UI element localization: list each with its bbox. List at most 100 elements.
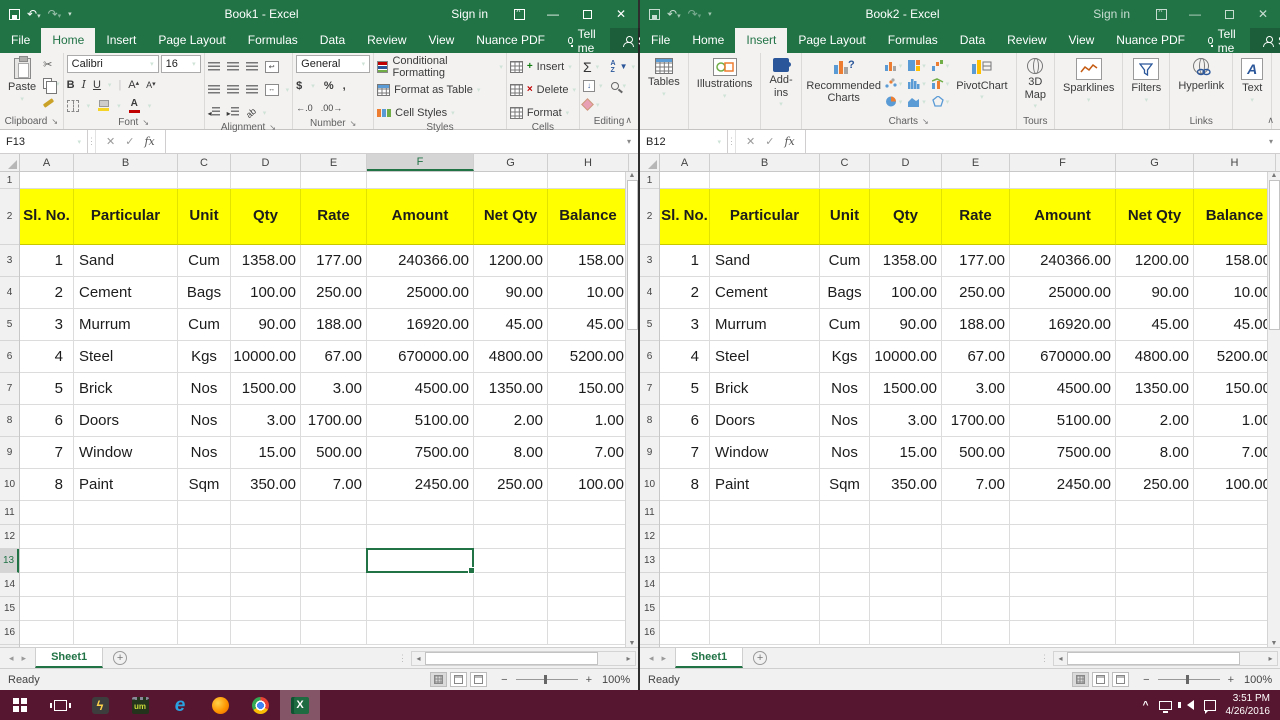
excel-taskbar-button[interactable]: X xyxy=(280,690,320,720)
cell-a8[interactable]: 6 xyxy=(20,405,74,437)
cell-g4[interactable]: 90.00 xyxy=(1116,277,1194,309)
cell-b9[interactable]: Window xyxy=(710,437,820,469)
cell-c12[interactable] xyxy=(178,525,231,549)
row-header-6[interactable]: 6 xyxy=(640,341,659,373)
column-header-c[interactable]: C xyxy=(178,154,231,171)
hyperlink-button[interactable]: Hyperlink xyxy=(1173,55,1229,92)
cell-d6[interactable]: 10000.00 xyxy=(870,341,942,373)
pie-chart-icon[interactable]: ▾ xyxy=(885,93,903,110)
cell-e11[interactable] xyxy=(301,501,367,525)
start-button[interactable] xyxy=(0,690,40,720)
formula-input[interactable] xyxy=(166,130,620,153)
cell-d5[interactable]: 90.00 xyxy=(870,309,942,341)
cell-f4[interactable]: 25000.00 xyxy=(367,277,474,309)
scroll-down-icon[interactable]: ▼ xyxy=(1271,640,1278,647)
cell-e6[interactable]: 67.00 xyxy=(942,341,1010,373)
cell-h13[interactable] xyxy=(548,549,629,573)
close-button[interactable]: ✕ xyxy=(604,0,638,28)
cell-a15[interactable] xyxy=(20,597,74,621)
column-header-a[interactable]: A xyxy=(20,154,74,171)
row-header-12[interactable]: 12 xyxy=(0,525,19,549)
cell-f6[interactable]: 670000.00 xyxy=(1010,341,1116,373)
cell-f2[interactable]: Amount xyxy=(1010,189,1116,245)
cell-c8[interactable]: Nos xyxy=(820,405,870,437)
cell-e13[interactable] xyxy=(301,549,367,573)
cell-b3[interactable]: Sand xyxy=(710,245,820,277)
format-as-table-button[interactable]: Format as Table xyxy=(394,84,473,96)
cell-c2[interactable]: Unit xyxy=(820,189,870,245)
cell-g5[interactable]: 45.00 xyxy=(1116,309,1194,341)
cell-d12[interactable] xyxy=(870,525,942,549)
number-format-combo[interactable]: General▾ xyxy=(296,55,370,73)
sheet-tab[interactable]: Sheet1 xyxy=(35,648,103,668)
sort-filter-icon[interactable]: AZ xyxy=(611,60,616,74)
cell-b5[interactable]: Murrum xyxy=(74,309,178,341)
cell-h9[interactable]: 7.00 xyxy=(1194,437,1276,469)
cell-b15[interactable] xyxy=(74,597,178,621)
cell-d5[interactable]: 90.00 xyxy=(231,309,301,341)
cell-f10[interactable]: 2450.00 xyxy=(367,469,474,501)
cell-b7[interactable]: Brick xyxy=(710,373,820,405)
volume-icon[interactable] xyxy=(1182,700,1194,710)
cell-c4[interactable]: Bags xyxy=(178,277,231,309)
cell-b14[interactable] xyxy=(74,573,178,597)
row-header-5[interactable]: 5 xyxy=(0,309,19,341)
cell-b4[interactable]: Cement xyxy=(710,277,820,309)
cell-b4[interactable]: Cement xyxy=(74,277,178,309)
shrink-font-icon[interactable]: A▾ xyxy=(146,80,156,90)
cell-h12[interactable] xyxy=(1194,525,1276,549)
cell-d13[interactable] xyxy=(870,549,942,573)
tab-insert[interactable]: Insert xyxy=(95,28,147,53)
cell-g13[interactable] xyxy=(1116,549,1194,573)
cell-e4[interactable]: 250.00 xyxy=(942,277,1010,309)
row-header-15[interactable]: 15 xyxy=(0,597,19,621)
cell-f15[interactable] xyxy=(367,597,474,621)
cell-e2[interactable]: Rate xyxy=(942,189,1010,245)
column-chart-icon[interactable]: ▾ xyxy=(885,57,903,74)
cell-a14[interactable] xyxy=(20,573,74,597)
cell-styles-button[interactable]: Cell Styles xyxy=(395,107,447,119)
cell-a5[interactable]: 3 xyxy=(660,309,710,341)
cell-c13[interactable] xyxy=(820,549,870,573)
zoom-in-icon[interactable]: + xyxy=(1228,674,1234,686)
cell-d12[interactable] xyxy=(231,525,301,549)
network-icon[interactable] xyxy=(1159,701,1172,710)
horizontal-scrollbar[interactable]: ◂ ▸ xyxy=(1053,651,1278,666)
enter-icon[interactable]: ✓ xyxy=(125,135,134,148)
cell-g7[interactable]: 1350.00 xyxy=(474,373,548,405)
cell-c2[interactable]: Unit xyxy=(178,189,231,245)
zoom-level[interactable]: 100% xyxy=(1244,674,1280,686)
row-header-12[interactable]: 12 xyxy=(640,525,659,549)
wrap-text-icon[interactable]: ↩ xyxy=(265,61,279,73)
fill-icon[interactable]: ↓ xyxy=(583,80,595,92)
cell-f7[interactable]: 4500.00 xyxy=(367,373,474,405)
accounting-format-icon[interactable]: $ xyxy=(296,80,302,92)
cell-b6[interactable]: Steel xyxy=(710,341,820,373)
dialog-launcher-icon[interactable]: ↘ xyxy=(269,123,276,132)
cell-h14[interactable] xyxy=(548,573,629,597)
redo-icon[interactable]: ↷▾ xyxy=(688,7,702,21)
middle-align-icon[interactable] xyxy=(227,62,239,71)
cell-e8[interactable]: 1700.00 xyxy=(942,405,1010,437)
column-header-b[interactable]: B xyxy=(74,154,178,171)
row-header-14[interactable]: 14 xyxy=(640,573,659,597)
insert-cells-button[interactable]: Insert xyxy=(537,61,565,73)
area-chart-icon[interactable]: ▾ xyxy=(908,93,926,110)
comma-style-icon[interactable]: , xyxy=(343,80,346,92)
cell-h7[interactable]: 150.00 xyxy=(1194,373,1276,405)
cell-d11[interactable] xyxy=(870,501,942,525)
cell-a7[interactable]: 5 xyxy=(660,373,710,405)
cell-f6[interactable]: 670000.00 xyxy=(367,341,474,373)
sign-in-link[interactable]: Sign in xyxy=(1093,7,1130,21)
cell-a1[interactable] xyxy=(660,172,710,189)
normal-view-button[interactable] xyxy=(1072,672,1089,687)
cell-e12[interactable] xyxy=(942,525,1010,549)
cell-h2[interactable]: Balance xyxy=(1194,189,1276,245)
cell-b16[interactable] xyxy=(74,621,178,645)
tell-me-button[interactable]: Tell me xyxy=(556,28,610,53)
cell-g11[interactable] xyxy=(1116,501,1194,525)
cell-c11[interactable] xyxy=(178,501,231,525)
cell-a15[interactable] xyxy=(660,597,710,621)
cell-g3[interactable]: 1200.00 xyxy=(1116,245,1194,277)
column-header-h[interactable]: H xyxy=(1194,154,1276,171)
